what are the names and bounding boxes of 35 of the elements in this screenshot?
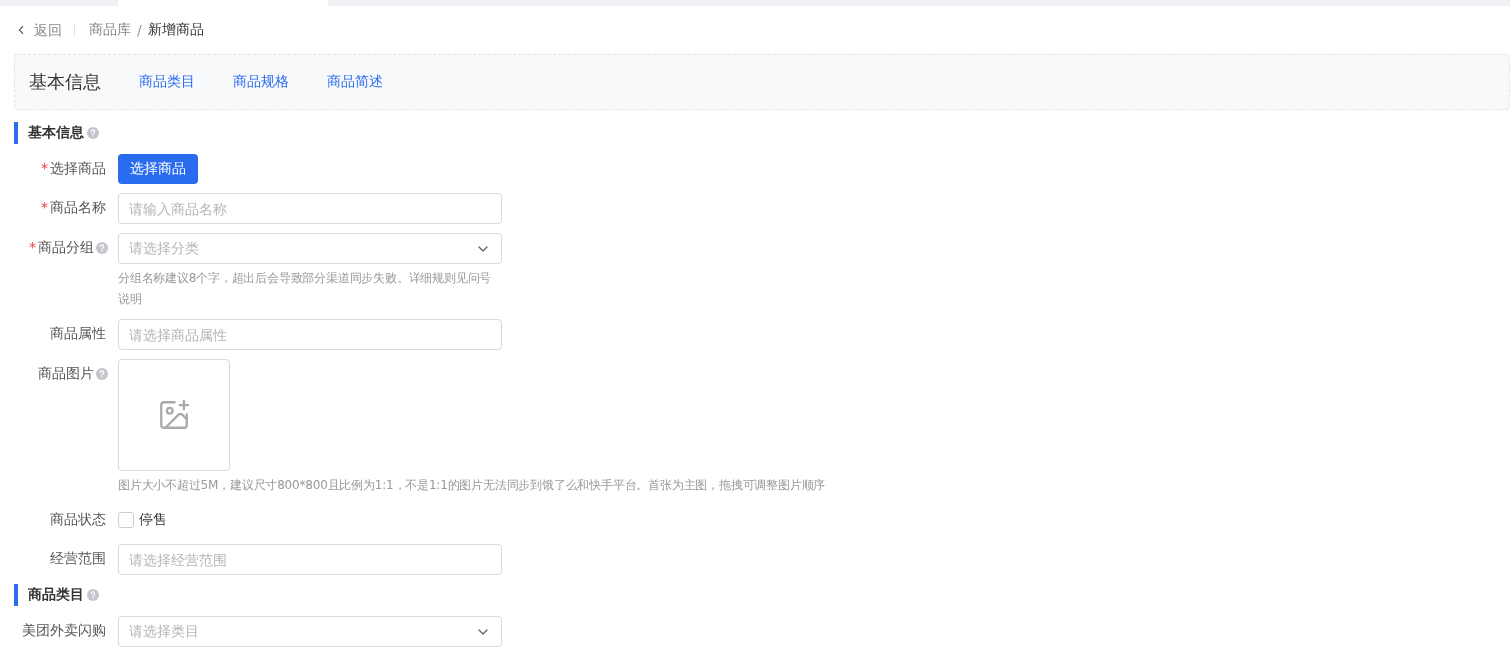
field-label: 商品图片 bbox=[38, 365, 94, 383]
select-product-button[interactable]: 选择商品 bbox=[118, 154, 198, 184]
checkbox-label: 停售 bbox=[139, 511, 167, 529]
input-field[interactable]: 请输入商品名称 bbox=[118, 193, 502, 224]
field-label: 选择商品 bbox=[50, 160, 106, 178]
field-label: 商品属性 bbox=[50, 325, 106, 343]
required-mark: * bbox=[41, 160, 48, 176]
section-title: 商品类目 bbox=[28, 586, 84, 604]
hint-text: 分组名称建议8个字，超出后会导致部分渠道同步失败。详细规则见问号说明 bbox=[118, 270, 493, 308]
back-link[interactable]: 返回 bbox=[14, 23, 75, 37]
input-field[interactable]: 请选择经营范围 bbox=[118, 544, 502, 575]
anchor-tab[interactable]: 商品规格 bbox=[233, 73, 289, 91]
image-plus-icon bbox=[157, 398, 191, 432]
required-mark: * bbox=[41, 199, 48, 215]
required-mark: * bbox=[29, 239, 36, 255]
help-icon[interactable] bbox=[96, 242, 108, 254]
field-label: 商品名称 bbox=[50, 199, 106, 217]
field-label: 商品状态 bbox=[50, 511, 106, 529]
input-field[interactable]: 请选择商品属性 bbox=[118, 319, 502, 350]
image-upload-area[interactable] bbox=[118, 359, 230, 471]
help-icon[interactable] bbox=[96, 368, 108, 380]
anchor-tab[interactable]: 商品简述 bbox=[327, 73, 383, 91]
help-icon[interactable] bbox=[87, 127, 99, 139]
field-label: 商品分组 bbox=[38, 239, 94, 257]
anchor-tab[interactable]: 基本信息 bbox=[29, 70, 101, 94]
breadcrumb-item: 新增商品 bbox=[147, 21, 204, 39]
help-icon[interactable] bbox=[87, 589, 99, 601]
breadcrumb-item[interactable]: 商品库 bbox=[89, 21, 131, 39]
checkbox[interactable] bbox=[118, 512, 134, 528]
field-label: 经营范围 bbox=[50, 550, 106, 568]
hint-text: 图片大小不超过5M，建议尺寸800*800且比例为1:1，不是1:1的图片无法同步到饿了么和快手平台。首张为主图，拖拽可调整图片顺序 bbox=[118, 477, 827, 494]
anchor-tab[interactable]: 商品类目 bbox=[139, 73, 195, 91]
section-title: 基本信息 bbox=[28, 124, 84, 142]
breadcrumb-separator: / bbox=[137, 22, 142, 38]
field-label: 美团外卖闪购 bbox=[22, 622, 106, 640]
